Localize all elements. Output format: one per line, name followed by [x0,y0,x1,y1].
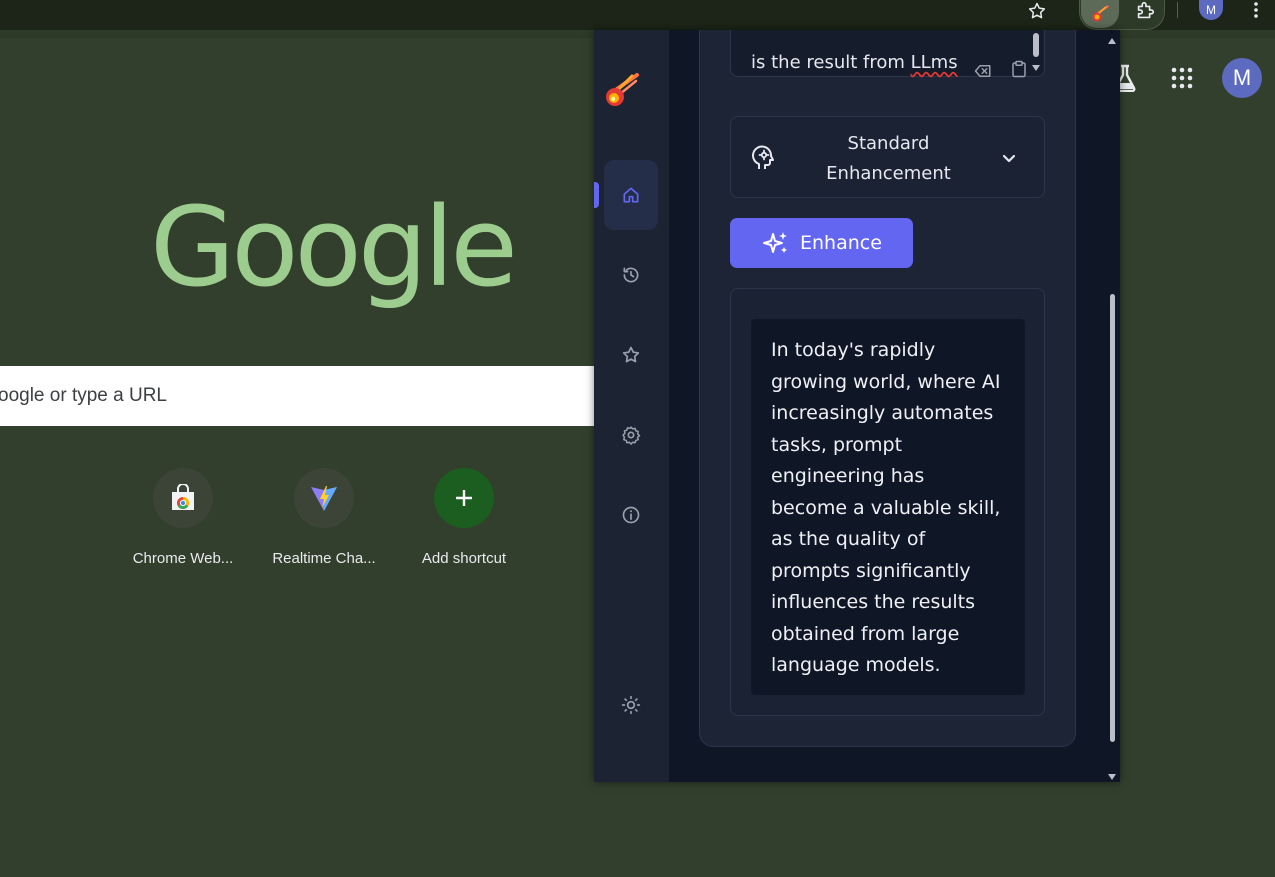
enhancement-mode-select[interactable]: Standard Enhancement [730,116,1045,198]
plus-icon [434,468,494,528]
theme-toggle[interactable] [604,680,658,730]
nav-history[interactable] [604,250,658,300]
scroll-up-arrow[interactable] [1107,32,1117,44]
puzzle-icon[interactable] [1131,0,1159,22]
profile-avatar[interactable]: M [1222,58,1262,98]
panel-scrollbar-thumb[interactable] [1110,294,1115,742]
kebab-menu-icon[interactable] [1246,0,1266,20]
history-icon [623,267,639,283]
search-placeholder: oogle or type a URL [0,385,167,406]
apps-grid-icon[interactable] [1170,66,1194,90]
clear-icon[interactable] [973,61,993,81]
active-indicator [594,182,599,208]
nav-home[interactable] [604,160,658,230]
shortcut-label: Realtime Cha... [272,550,376,567]
enhanced-result-text: In today's rapidly growing world, where … [751,319,1025,695]
mode-label: Standard Enhancement [826,133,951,184]
nav-about[interactable] [604,490,658,540]
sun-icon [621,695,641,715]
sidebar [594,30,669,782]
gear-icon [622,426,641,445]
search-box[interactable]: oogle or type a URL [0,366,594,426]
extension-comet-button[interactable] [1081,0,1119,28]
prompt-text: is the result from LLms [751,52,958,73]
chevron-down-icon [999,148,1019,168]
bookmark-star-icon[interactable] [1024,0,1050,22]
comet-icon [1092,5,1109,22]
enhance-label: Enhance [800,232,882,254]
input-scrollbar[interactable] [1031,30,1041,71]
nav-settings[interactable] [604,410,658,460]
shortcut-realtime-chat[interactable]: Realtime Cha... [254,468,394,567]
prompt-text-flagged: LLms [910,52,958,73]
toolbar-separator [1177,2,1178,18]
clipboard-icon[interactable] [1009,59,1029,79]
extension-popup: is the result from LLms Standard Enhance… [594,30,1120,782]
sparkles-icon [762,230,790,256]
comet-logo-icon [602,72,640,110]
google-logo: Google [150,183,518,311]
prompt-text-plain: is the result from [751,52,911,73]
info-icon [622,506,640,524]
star-icon [622,346,640,363]
result-panel: In today's rapidly growing world, where … [730,288,1045,716]
add-shortcut-button[interactable]: Add shortcut [394,468,534,567]
nav-favorites[interactable] [604,330,658,380]
shortcut-label: Chrome Web... [132,550,234,567]
prompt-input[interactable]: is the result from LLms [730,30,1045,79]
chrome-web-store-icon [153,468,213,528]
brain-gear-icon [751,143,781,173]
enhance-button[interactable]: Enhance [730,218,913,268]
scroll-down-arrow[interactable] [1107,768,1117,780]
vite-icon [294,468,354,528]
home-icon [623,187,639,203]
shortcut-label: Add shortcut [421,550,507,567]
shortcut-chrome-web-store[interactable]: Chrome Web... [113,468,253,567]
